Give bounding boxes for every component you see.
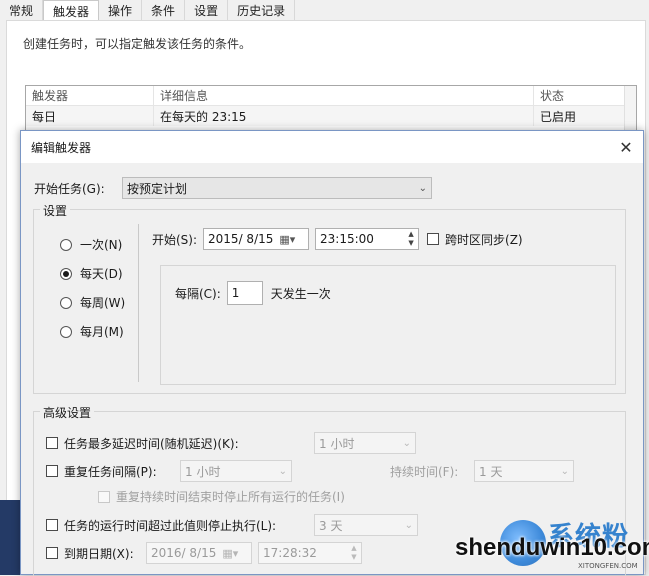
chevron-down-icon: ⌄: [560, 465, 569, 477]
stop-if-checkbox[interactable]: [46, 519, 58, 531]
column-header-details[interactable]: 详细信息: [154, 86, 534, 105]
expire-time-field[interactable]: 17:28:32 ▲ ▼: [258, 542, 362, 564]
delay-label: 任务最多延迟时间(随机延迟)(K):: [64, 436, 239, 451]
expire-checkbox[interactable]: [46, 547, 58, 559]
tab-settings[interactable]: 设置: [185, 0, 229, 20]
sync-timezone-label: 跨时区同步(Z): [445, 232, 523, 247]
cell-trigger: 每日: [26, 106, 154, 126]
tab-conditions[interactable]: 条件: [142, 0, 186, 20]
stop-if-row: 任务的运行时间超过此值则停止执行(L): 3 天 ⌄: [46, 514, 418, 536]
desktop-taskbar-edge: [0, 500, 20, 575]
tab-strip: 常规 触发器 操作 条件 设置 历史记录: [0, 0, 296, 20]
radio-monthly-label: 每月(M): [80, 325, 124, 339]
stop-if-value: 3 天: [319, 518, 343, 533]
duration-label: 持续时间(F):: [390, 464, 459, 479]
start-time-value: 23:15:00: [320, 232, 374, 246]
expire-time-value: 17:28:32: [263, 546, 317, 560]
calendar-icon[interactable]: ▦▾: [222, 547, 238, 560]
advanced-settings-title: 高级设置: [40, 404, 95, 421]
settings-group: 设置 一次(N) 每天(D) 每周(W) 每月(M) 开始(S): 2015/ …: [33, 202, 626, 394]
repeat-label: 重复任务间隔(P):: [64, 464, 157, 479]
start-date-picker[interactable]: 2015/ 8/15 ▦▾: [203, 228, 310, 250]
calendar-icon[interactable]: ▦▾: [279, 233, 295, 246]
repeat-row: 重复任务间隔(P): 1 小时 ⌄ 持续时间(F): 1 天 ⌄: [46, 460, 574, 482]
duration-value: 1 天: [479, 464, 503, 479]
tab-actions[interactable]: 操作: [99, 0, 143, 20]
delay-select[interactable]: 1 小时 ⌄: [314, 432, 416, 454]
tab-history[interactable]: 历史记录: [228, 0, 296, 20]
radio-weekly-label: 每周(W): [80, 296, 126, 310]
begin-task-row: 开始任务(G): 按预定计划 ⌄: [34, 177, 432, 199]
radio-daily[interactable]: 每天(D): [60, 265, 123, 282]
begin-task-select[interactable]: 按预定计划 ⌄: [122, 177, 432, 199]
start-time-field[interactable]: 23:15:00 ▲ ▼: [315, 228, 420, 250]
repeat-select[interactable]: 1 小时 ⌄: [180, 460, 292, 482]
start-row: 开始(S): 2015/ 8/15 ▦▾ 23:15:00 ▲ ▼ 跨时区同步(Z…: [152, 228, 523, 250]
radio-icon: [60, 296, 72, 309]
stop-if-select[interactable]: 3 天 ⌄: [314, 514, 418, 536]
recur-every-label: 每隔(C):: [175, 286, 221, 301]
recur-every-unit: 天发生一次: [270, 286, 331, 301]
begin-task-label: 开始任务(G):: [34, 181, 105, 196]
chevron-down-icon: ⌄: [402, 437, 411, 449]
stop-all-checkbox[interactable]: [98, 490, 110, 503]
stop-all-row: 重复持续时间结束时停止所有运行的任务(I): [98, 488, 345, 505]
radio-icon: [60, 238, 72, 251]
watermark-site: shenduwin10.com: [455, 534, 649, 561]
delay-row: 任务最多延迟时间(随机延迟)(K): 1 小时 ⌄: [46, 432, 416, 454]
tab-general[interactable]: 常规: [0, 0, 44, 20]
radio-monthly[interactable]: 每月(M): [60, 323, 124, 340]
time-spinner-icon[interactable]: ▲ ▼: [405, 230, 417, 248]
repeat-value: 1 小时: [185, 464, 221, 479]
cell-details: 在每天的 23:15: [154, 106, 534, 126]
start-label: 开始(S):: [152, 232, 198, 247]
chevron-down-icon: ⌄: [278, 465, 287, 477]
duration-select[interactable]: 1 天 ⌄: [474, 460, 574, 482]
stop-if-label: 任务的运行时间超过此值则停止执行(L):: [64, 518, 277, 533]
radio-weekly[interactable]: 每周(W): [60, 294, 125, 311]
time-spinner-icon[interactable]: ▲ ▼: [348, 544, 360, 562]
recurrence-box: 每隔(C): 1 天发生一次: [160, 265, 616, 385]
radio-daily-label: 每天(D): [80, 267, 123, 281]
cell-status: 已启用: [540, 109, 577, 124]
stop-all-label: 重复持续时间结束时停止所有运行的任务(I): [116, 490, 345, 504]
repeat-checkbox[interactable]: [46, 465, 58, 477]
radio-once[interactable]: 一次(N): [60, 236, 122, 253]
expire-date-picker[interactable]: 2016/ 8/15 ▦▾: [146, 542, 252, 564]
watermark-subtext: XITONGFEN.COM: [578, 562, 638, 570]
recur-every-value: 1: [231, 286, 240, 300]
expire-label: 到期日期(X):: [64, 546, 134, 561]
delay-value: 1 小时: [319, 436, 355, 451]
expire-row: 到期日期(X): 2016/ 8/15 ▦▾ 17:28:32 ▲ ▼: [46, 542, 362, 564]
begin-task-value: 按预定计划: [127, 181, 188, 196]
dialog-title: 编辑触发器: [21, 131, 643, 163]
triggers-description: 创建任务时，可以指定触发该任务的条件。: [23, 37, 252, 51]
trigger-list-header: 触发器 详细信息 状态: [26, 86, 636, 106]
recur-every-row: 每隔(C): 1 天发生一次: [175, 281, 331, 305]
expire-date-value: 2016/ 8/15: [151, 546, 217, 560]
radio-icon: [60, 325, 72, 338]
sync-timezone-checkbox[interactable]: [427, 233, 440, 245]
settings-divider: [138, 224, 139, 382]
radio-selected-icon: [60, 267, 72, 280]
column-header-status[interactable]: 状态: [534, 86, 636, 105]
column-header-trigger[interactable]: 触发器: [26, 86, 154, 105]
close-icon[interactable]: ✕: [615, 136, 637, 158]
tab-triggers[interactable]: 触发器: [43, 0, 100, 20]
delay-checkbox[interactable]: [46, 437, 58, 449]
chevron-down-icon: ⌄: [418, 182, 427, 194]
recur-every-input[interactable]: 1: [226, 281, 263, 305]
radio-once-label: 一次(N): [80, 238, 123, 252]
edit-trigger-dialog: 编辑触发器 ✕ 开始任务(G): 按预定计划 ⌄ 设置 一次(N) 每天(D) …: [20, 130, 644, 576]
table-row[interactable]: 每日 在每天的 23:15 已启用: [26, 106, 636, 126]
chevron-down-icon: ⌄: [404, 519, 413, 531]
start-date-value: 2015/ 8/15: [208, 232, 274, 246]
settings-group-title: 设置: [40, 202, 71, 219]
